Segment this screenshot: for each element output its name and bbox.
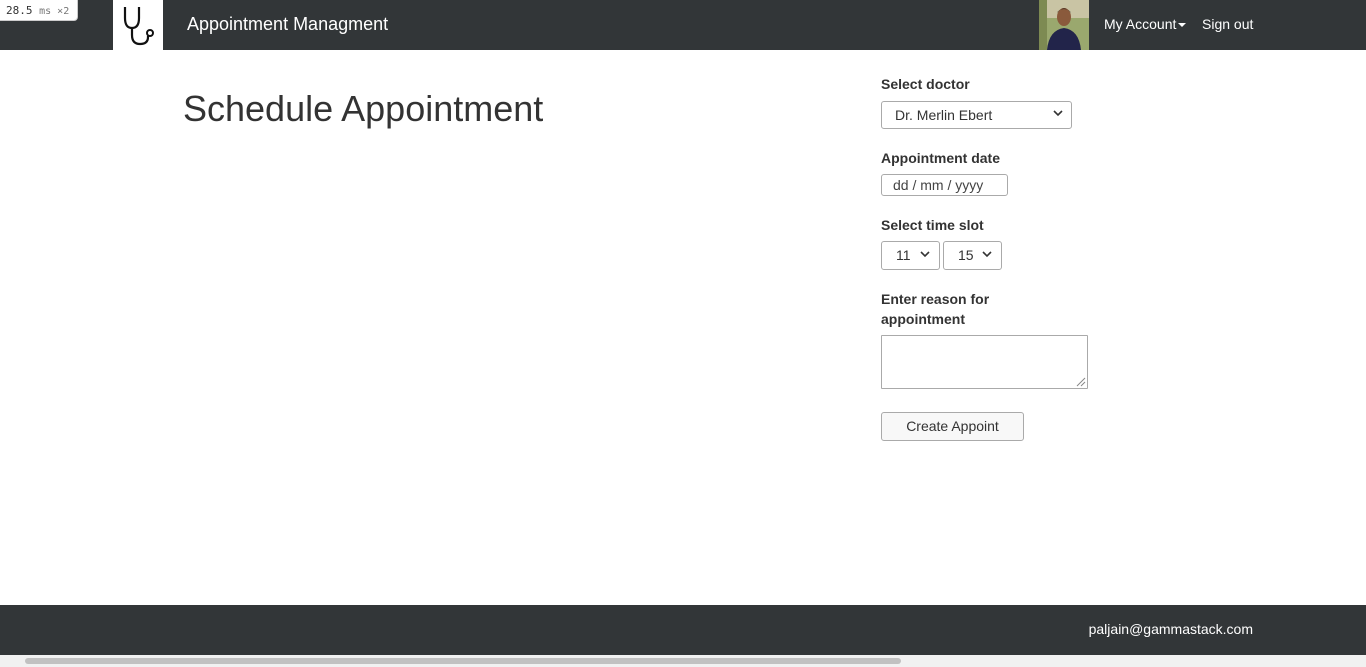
user-avatar[interactable] <box>1039 0 1089 50</box>
appointment-date-input[interactable]: dd / mm / yyyy <box>881 174 1008 196</box>
doctor-select[interactable]: Dr. Merlin Ebert <box>881 101 1072 129</box>
chevron-down-icon <box>1053 110 1063 117</box>
chevron-down-icon <box>982 251 992 258</box>
reason-textarea[interactable] <box>881 335 1088 389</box>
create-appointment-button[interactable]: Create Appoint <box>881 412 1024 441</box>
render-time-badge: 28.5 ms ×2 <box>0 0 78 21</box>
minute-select[interactable]: 15 <box>943 241 1002 270</box>
hour-selected-value: 11 <box>896 247 911 263</box>
hour-select[interactable]: 11 <box>881 241 940 270</box>
top-navbar: Appointment Managment My Account Sign ou… <box>0 0 1366 50</box>
app-brand-title[interactable]: Appointment Managment <box>187 0 388 50</box>
footer-email: paljain@gammastack.com <box>1088 621 1253 637</box>
my-account-label: My Account <box>1104 16 1177 32</box>
stethoscope-icon[interactable] <box>113 0 163 50</box>
doctor-label: Select doctor <box>881 76 970 92</box>
date-placeholder: dd / mm / yyyy <box>893 177 984 193</box>
render-time-unit: ms ×2 <box>39 6 70 17</box>
render-time-value: 28.5 <box>6 4 33 17</box>
resize-grip-icon[interactable] <box>1074 375 1086 387</box>
scrollbar-thumb[interactable] <box>25 658 901 664</box>
time-slot-label: Select time slot <box>881 217 984 233</box>
page-footer: paljain@gammastack.com <box>0 605 1366 655</box>
my-account-dropdown[interactable]: My Account <box>1104 0 1187 50</box>
reason-label: Enter reason for appointment <box>881 291 990 327</box>
caret-down-icon <box>1178 23 1187 28</box>
minute-selected-value: 15 <box>958 247 974 263</box>
page-title: Schedule Appointment <box>183 88 544 129</box>
doctor-selected-value: Dr. Merlin Ebert <box>895 107 993 123</box>
sign-out-link[interactable]: Sign out <box>1202 0 1253 50</box>
horizontal-scrollbar[interactable] <box>0 655 1366 667</box>
chevron-down-icon <box>920 251 930 258</box>
date-label: Appointment date <box>881 150 1000 166</box>
